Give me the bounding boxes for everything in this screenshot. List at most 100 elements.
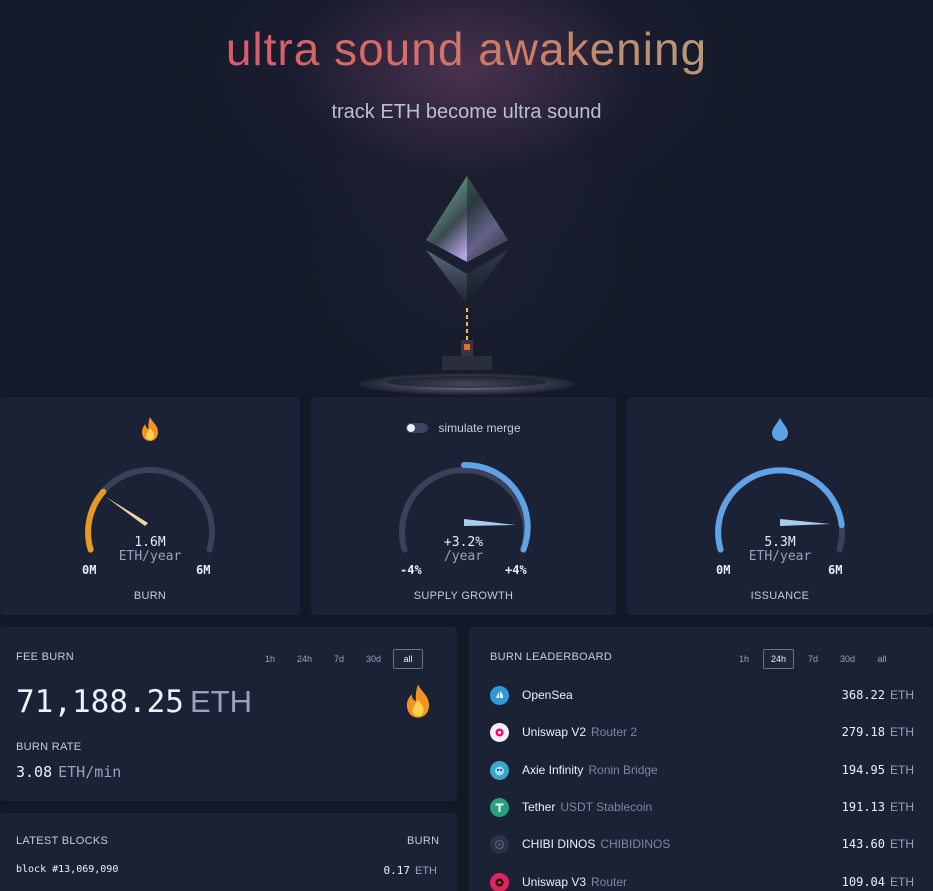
leaderboard-name: Tether xyxy=(522,800,556,814)
fee-burn-title: FEE BURN xyxy=(16,651,75,663)
leaderboard-detail: Ronin Bridge xyxy=(588,763,658,777)
hero: ultra sound awakening track ETH become u… xyxy=(0,0,933,396)
leaderboard-amount-unit: ETH xyxy=(890,688,914,702)
leaderboard-amount-value: 368.22 xyxy=(841,688,885,702)
leaderboard-detail: USDT Stablecoin xyxy=(560,800,653,814)
leaderboard-amount: 191.13 ETH xyxy=(842,800,914,814)
leaderboard-amount: 279.18 ETH xyxy=(842,725,914,739)
leaderboard-amount-unit: ETH xyxy=(890,800,914,814)
burn-rate-value: 3.08 xyxy=(16,763,53,781)
simulate-merge-label: simulate merge xyxy=(438,421,521,435)
fee-burn-period-tabs: 1h 24h 7d 30d all xyxy=(255,649,424,669)
block-burn-value: 0.17 xyxy=(383,864,411,877)
block-number: block #13,069,090 xyxy=(16,864,119,875)
leaderboard-name: Uniswap V3 xyxy=(522,875,587,889)
issuance-max-label: 6M xyxy=(828,563,843,577)
issuance-value: 5.3M xyxy=(764,535,796,550)
issuance-label: ISSUANCE xyxy=(750,590,810,602)
leaderboard-name: Axie Infinity xyxy=(522,763,584,777)
leaderboard-tab-all[interactable]: all xyxy=(867,649,897,669)
leaderboard-title: BURN LEADERBOARD xyxy=(490,651,613,663)
fee-burn-tab-7d[interactable]: 7d xyxy=(324,649,354,669)
leaderboard-row[interactable]: Axie Infinity Ronin Bridge 194.95 ETH xyxy=(490,758,914,782)
axie-icon xyxy=(490,760,509,780)
ethereum-logo-illustration xyxy=(359,176,575,395)
leaderboard-period-tabs: 1h 24h 7d 30d all xyxy=(729,649,897,669)
burn-rate-label: BURN RATE xyxy=(16,741,82,753)
page-title: ultra sound awakening xyxy=(0,22,933,76)
leaderboard-amount-unit: ETH xyxy=(890,837,914,851)
leaderboard-tab-1h[interactable]: 1h xyxy=(729,649,759,669)
leaderboard-amount: 368.22 ETH xyxy=(842,688,914,702)
flame-icon xyxy=(142,417,158,441)
leaderboard-amount: 109.04 ETH xyxy=(842,875,914,889)
fee-burn-tab-all[interactable]: all xyxy=(393,649,424,669)
leaderboard-amount: 143.60 ETH xyxy=(842,837,914,851)
opensea-icon xyxy=(490,685,509,705)
leaderboard-amount-value: 194.95 xyxy=(841,763,885,777)
fee-burn-amount: 71,188.25 ETH xyxy=(16,684,252,720)
issuance-gauge-card: 5.3M ETH/year 0M 6M ISSUANCE xyxy=(627,397,933,615)
leaderboard-name: CHIBI DINOS xyxy=(522,837,596,851)
leaderboard-detail: Router 2 xyxy=(591,725,638,739)
burn-gauge-needle xyxy=(106,497,148,526)
burn-icon-wrap xyxy=(0,415,300,443)
leaderboard-amount-unit: ETH xyxy=(890,725,914,739)
supply-growth-label: SUPPLY GROWTH xyxy=(413,590,514,602)
leaderboard-tab-30d[interactable]: 30d xyxy=(832,649,863,669)
simulate-merge-row: simulate merge xyxy=(311,421,616,435)
leaderboard-row[interactable]: Uniswap V2 Router 2 279.18 ETH xyxy=(490,720,914,744)
burn-max-label: 6M xyxy=(196,563,211,577)
tether-icon xyxy=(490,797,509,817)
burn-unit: ETH/year xyxy=(118,549,182,564)
issuance-unit: ETH/year xyxy=(748,549,812,564)
leaderboard-amount-value: 109.04 xyxy=(841,875,885,889)
supply-gauge-needle xyxy=(463,519,516,526)
burn-min-label: 0M xyxy=(82,563,97,577)
leaderboard-row[interactable]: CHIBI DINOS CHIBIDINOS 143.60 ETH xyxy=(490,832,914,856)
burn-rate: 3.08 ETH/min xyxy=(16,763,121,781)
burn-gauge-card: 1.6M ETH/year 0M 6M BURN xyxy=(0,397,300,615)
block-row[interactable]: block #13,069,090 0.17 ETH xyxy=(16,864,437,877)
chibi-dinos-icon xyxy=(490,834,509,854)
leaderboard-tab-24h[interactable]: 24h xyxy=(763,649,795,669)
fee-burn-amount-unit: ETH xyxy=(189,684,252,719)
latest-blocks-title: LATEST BLOCKS xyxy=(16,835,109,847)
fee-burn-tab-24h[interactable]: 24h xyxy=(289,649,320,669)
burn-label: BURN xyxy=(133,590,167,602)
supply-growth-card: simulate merge +3.2% /year -4% +4% SUPPL… xyxy=(311,397,616,615)
droplet-icon xyxy=(772,418,788,441)
leaderboard-detail: CHIBIDINOS xyxy=(600,837,671,851)
fee-burn-tab-1h[interactable]: 1h xyxy=(255,649,285,669)
issuance-min-label: 0M xyxy=(716,563,731,577)
simulate-merge-toggle[interactable] xyxy=(406,423,429,433)
leaderboard-row[interactable]: Uniswap V3 Router 109.04 ETH xyxy=(490,870,914,891)
leaderboard-row[interactable]: Tether USDT Stablecoin 191.13 ETH xyxy=(490,795,914,819)
leaderboard-name: Uniswap V2 xyxy=(522,725,587,739)
block-burn-unit: ETH xyxy=(415,865,437,877)
fee-burn-tab-30d[interactable]: 30d xyxy=(358,649,389,669)
issuance-gauge-needle xyxy=(780,519,830,526)
block-burn-amount: 0.17 ETH xyxy=(384,864,438,877)
supply-max-label: +4% xyxy=(505,563,527,577)
fee-burn-amount-value: 71,188.25 xyxy=(16,684,184,720)
leaderboard-amount-value: 143.60 xyxy=(841,837,885,851)
leaderboard-tab-7d[interactable]: 7d xyxy=(798,649,828,669)
latest-blocks-card xyxy=(0,813,457,891)
supply-growth-unit: /year xyxy=(443,549,484,564)
uniswap-icon xyxy=(490,722,509,742)
latest-blocks-burn-header: BURN xyxy=(407,835,440,847)
page-subtitle: track ETH become ultra sound xyxy=(331,101,602,123)
leaderboard-detail: Router xyxy=(591,875,628,889)
leaderboard-amount-unit: ETH xyxy=(890,763,914,777)
burn-value: 1.6M xyxy=(134,535,166,550)
leaderboard-amount-unit: ETH xyxy=(890,875,914,889)
leaderboard-amount: 194.95 ETH xyxy=(842,763,914,777)
leaderboard-amount-value: 279.18 xyxy=(841,725,885,739)
leaderboard-row[interactable]: OpenSea 368.22 ETH xyxy=(490,683,914,707)
flame-icon xyxy=(406,684,430,718)
leaderboard-amount-value: 191.13 xyxy=(841,800,885,814)
supply-min-label: -4% xyxy=(400,563,422,577)
supply-growth-value: +3.2% xyxy=(443,535,484,550)
leaderboard-name: OpenSea xyxy=(522,688,573,702)
